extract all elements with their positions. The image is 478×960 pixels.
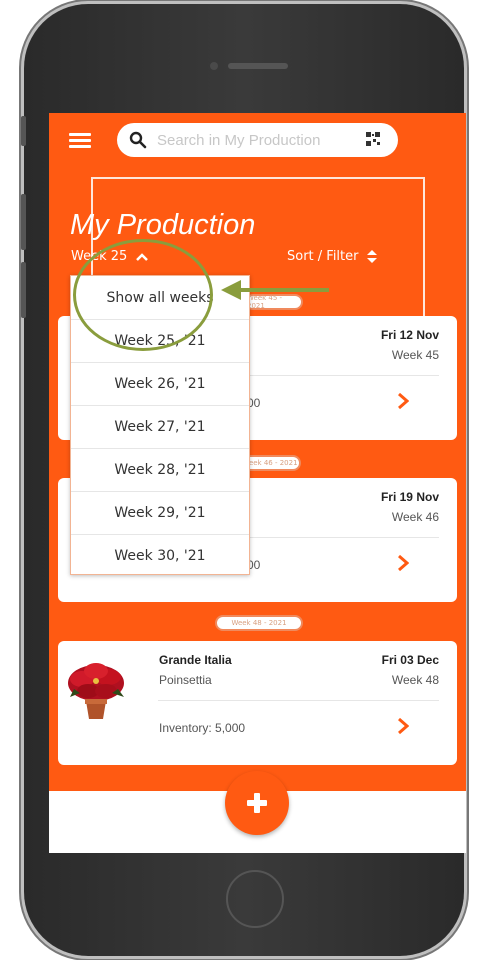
- dropdown-item-week[interactable]: Week 26, '21: [71, 362, 249, 405]
- card-week: Week 48: [391, 673, 439, 687]
- chevron-right-icon[interactable]: [397, 554, 409, 572]
- app-screen: Search in My Production My Production We…: [49, 113, 466, 853]
- dropdown-item-week[interactable]: Week 28, '21: [71, 448, 249, 491]
- volume-up-button: [21, 194, 26, 250]
- search-input[interactable]: Search in My Production: [157, 132, 320, 149]
- card-week: Week 45: [391, 348, 439, 362]
- mute-switch: [21, 116, 26, 146]
- card-date: Fri 12 Nov: [380, 328, 439, 342]
- page-title: My Production: [70, 209, 256, 241]
- earpiece-speaker: [228, 63, 288, 69]
- search-icon: [129, 131, 147, 149]
- plus-icon: [247, 793, 267, 813]
- chevron-right-icon[interactable]: [397, 392, 409, 410]
- dropdown-item-week[interactable]: Week 29, '21: [71, 491, 249, 534]
- production-card[interactable]: Grande Italia Poinsettia Fri 03 Dec Week…: [58, 641, 457, 765]
- dropdown-item-week[interactable]: Week 27, '21: [71, 405, 249, 448]
- sort-filter-button[interactable]: Sort / Filter: [287, 249, 377, 264]
- front-camera: [210, 62, 218, 70]
- card-divider: [158, 700, 439, 701]
- hamburger-icon[interactable]: [69, 133, 91, 149]
- volume-down-button: [21, 262, 26, 318]
- add-button[interactable]: [225, 771, 289, 835]
- home-button[interactable]: [226, 870, 284, 928]
- sort-filter-label: Sort / Filter: [287, 249, 359, 264]
- annotation-arrow-icon: [221, 280, 329, 300]
- card-product-name: Grande Italia: [159, 653, 232, 667]
- search-bar[interactable]: Search in My Production: [117, 123, 398, 157]
- week-badge: Week 48 - 2021: [215, 615, 303, 631]
- sort-arrows-icon: [366, 250, 377, 263]
- qr-code-icon[interactable]: [366, 132, 380, 146]
- highlight-circle: [73, 239, 213, 351]
- dropdown-item-week[interactable]: Week 30, '21: [71, 534, 249, 577]
- card-date: Fri 19 Nov: [380, 490, 439, 504]
- card-date: Fri 03 Dec: [381, 653, 439, 667]
- card-product-type: Poinsettia: [159, 673, 212, 687]
- chevron-right-icon[interactable]: [397, 717, 409, 735]
- card-week: Week 46: [391, 510, 439, 524]
- card-inventory: Inventory: 5,000: [159, 721, 246, 735]
- poinsettia-image: [68, 663, 124, 719]
